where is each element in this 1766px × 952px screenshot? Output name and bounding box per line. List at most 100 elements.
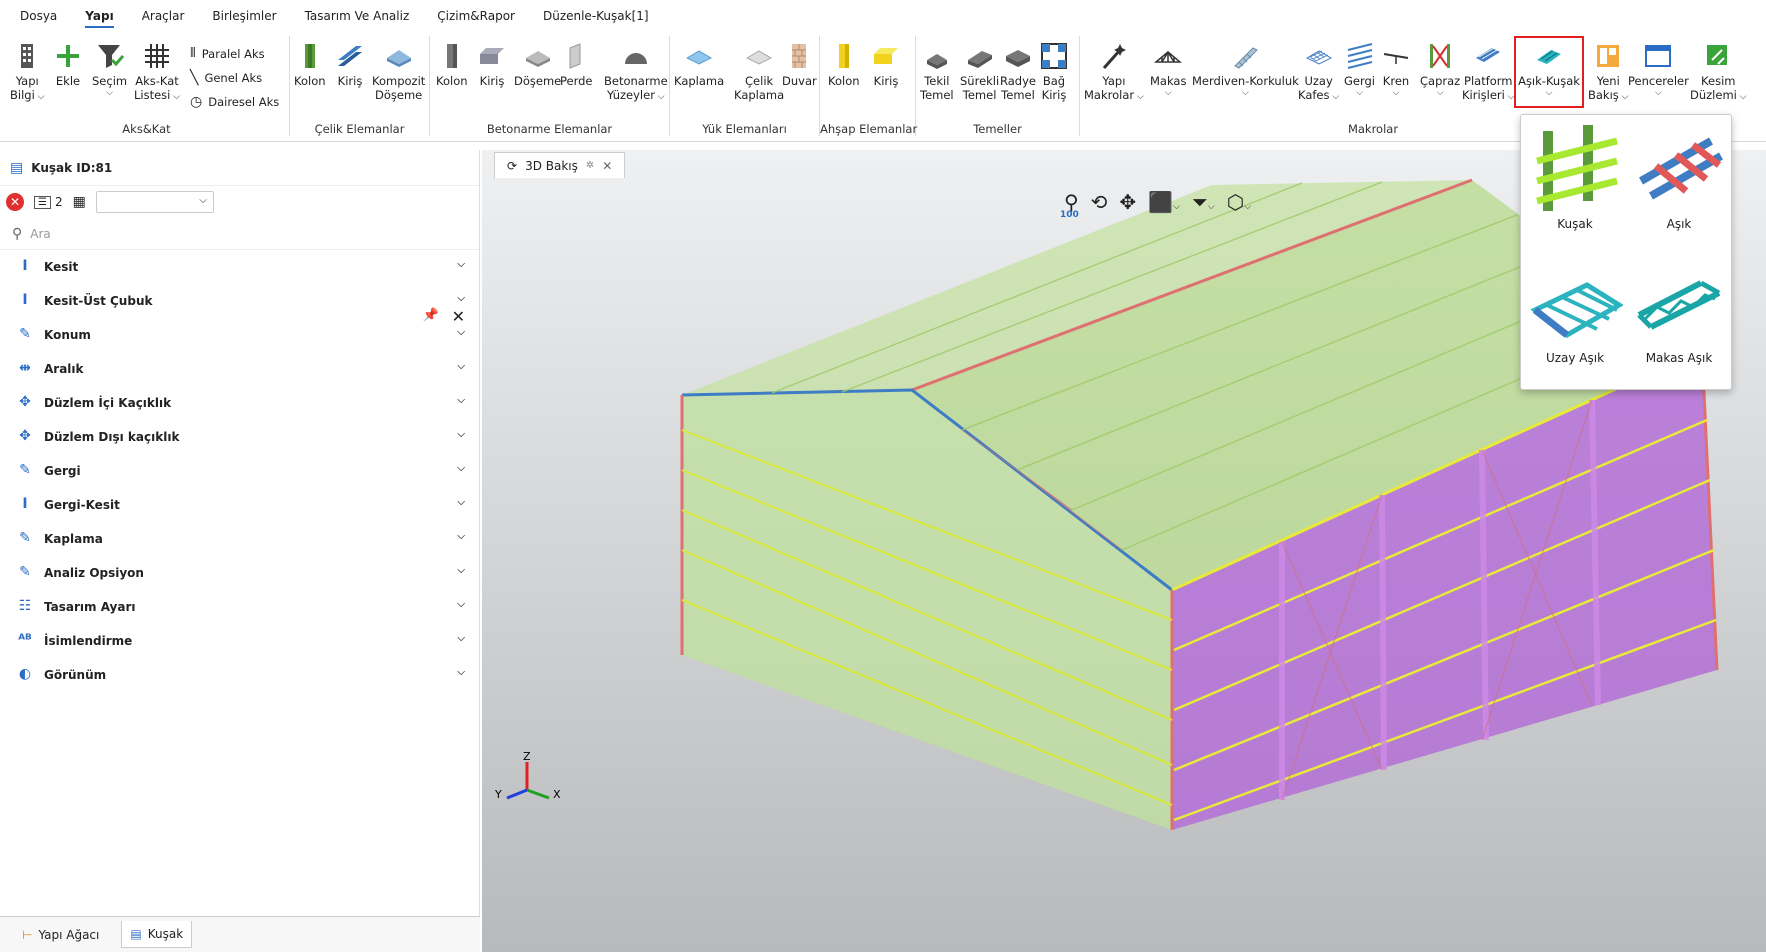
property-row[interactable]: ✥ Düzlem İçi Kaçıklık ⌵ [0,386,479,420]
orbit-icon[interactable]: ⟲ [1091,190,1108,214]
property-row[interactable]: I Kesit ⌵ [0,250,479,284]
popup-item-asik[interactable]: Aşık [1629,121,1729,241]
menu-yapi[interactable]: Yapı [71,0,127,32]
bag-kiris-button[interactable]: Bağ Kiriş [1040,42,1068,102]
property-row-label: İsimlendirme [44,634,133,648]
platform-kirisleri-button[interactable]: Platform Kirişleri ⌵ [1462,42,1515,104]
chevron-down-icon[interactable]: ⌵ [457,293,465,304]
chevron-down-icon[interactable]: ⌵ [457,463,465,474]
chevron-down-icon[interactable]: ⌵ [457,361,465,372]
search-input[interactable]: Ara [30,227,51,241]
tab-yapi-agaci[interactable]: ⊢ Yapı Ağacı [14,922,107,948]
ahsap-kolon-button[interactable]: Kolon [828,42,860,88]
chevron-down-icon[interactable]: ⌵ [457,327,465,338]
search-bar[interactable]: ⚲ Ara [0,218,479,250]
chevron-down-icon[interactable]: ⌵ [457,429,465,440]
menu-cizim-rapor[interactable]: Çizim&Rapor [423,0,529,32]
property-row[interactable]: ◐ Görünüm ⌵ [0,658,479,692]
property-row[interactable]: ✎ Kaplama ⌵ [0,522,479,556]
preset-dropdown[interactable]: ⌵ [95,191,214,213]
menu-duzenle-kusak[interactable]: Düzenle-Kuşak[1] [529,0,663,32]
betonarme-yuzeyler-button[interactable]: Betonarme Yüzeyler ⌵ [604,42,668,104]
menu-tasarim-analiz[interactable]: Tasarım Ve Analiz [291,0,424,32]
chevron-down-icon[interactable]: ⌵ [457,531,465,542]
property-row[interactable]: I Kesit-Üst Çubuk ⌵ [0,284,479,318]
property-row-label: Konum [44,328,91,342]
popup-item-kusak[interactable]: Kuşak [1525,121,1625,241]
paralel-aks-button[interactable]: ⦀ Paralel Aks [190,46,265,61]
celik-kolon-button[interactable]: Kolon [294,42,326,88]
property-row[interactable]: ⇹ Aralık ⌵ [0,352,479,386]
menu-dosya[interactable]: Dosya [6,0,71,32]
property-row[interactable]: ᴬᴮ İsimlendirme ⌵ [0,624,479,658]
pencereler-button[interactable]: Pencereler ⌵ [1628,42,1689,98]
asik-kusak-button[interactable]: Aşık-Kuşak ⌵ [1514,36,1584,108]
chevron-down-icon[interactable]: ⌵ [457,667,465,678]
delete-icon[interactable]: ✕ [6,193,24,211]
chevron-down-icon[interactable]: ⌵ [457,633,465,644]
chevron-down-icon[interactable]: ⌵ [457,395,465,406]
chevron-down-icon[interactable]: ⌵ [457,497,465,508]
duvar-button[interactable]: Duvar [782,42,817,88]
kren-button[interactable]: Kren ⌵ [1382,42,1410,98]
doseme-button[interactable]: Döşeme [514,42,561,88]
property-row[interactable]: ☷ Tasarım Ayarı ⌵ [0,590,479,624]
kompozit-doseme-button[interactable]: Kompozit Döşeme [372,42,425,102]
axis-triad: Z X Y [494,750,561,801]
surekli-temel-button[interactable]: Sürekli Temel [960,42,999,102]
yapi-bilgi-button[interactable]: Yapı Bilgi ⌵ [10,42,44,104]
betonarme-kolon-button[interactable]: Kolon [436,42,468,88]
kesim-duzlemi-button[interactable]: Kesim Düzlemi ⌵ [1690,42,1747,104]
makas-button[interactable]: Makas ⌵ [1150,42,1186,98]
property-row[interactable]: ✎ Gergi ⌵ [0,454,479,488]
purlin-icon [1537,50,1561,64]
filter-icon[interactable]: ⏷⌵ [1192,190,1215,214]
view-cube-icon[interactable]: ⬛⌵ [1148,190,1180,214]
menu-birlesimler[interactable]: Birleşimler [198,0,290,32]
property-row[interactable]: ✥ Düzlem Dışı kaçıklık ⌵ [0,420,479,454]
chevron-down-icon[interactable]: ⌵ [457,599,465,610]
celik-kaplama-button[interactable]: Çelik Kaplama [734,42,784,102]
selection-count[interactable]: ☰ 2 [34,195,63,209]
ahsap-kiris-button[interactable]: Kiriş [872,42,900,88]
menu-araclar[interactable]: Araçlar [128,0,199,32]
pin-icon[interactable]: ✲ [586,160,594,171]
yeni-bakis-button[interactable]: Yeni Bakış ⌵ [1588,42,1628,104]
chevron-down-icon[interactable]: ⌵ [457,565,465,576]
section-box-icon[interactable]: ⬡⌵ [1227,190,1251,214]
genel-aks-button[interactable]: ╲ Genel Aks [190,70,262,86]
aks-kat-listesi-button[interactable]: Aks-Kat Listesi ⌵ [134,42,180,104]
uzay-kafes-button[interactable]: Uzay Kafes ⌵ [1298,42,1339,104]
celik-kiris-button[interactable]: Kiriş [336,42,364,88]
property-row[interactable]: I Gergi-Kesit ⌵ [0,488,479,522]
tab-kusak[interactable]: ▤ Kuşak [121,921,193,948]
secim-button[interactable]: Seçim ⌵ [92,42,127,98]
property-rows: I Kesit ⌵ I Kesit-Üst Çubuk ⌵ ✎ Konum ⌵ ⇹ Aralık ⌵ ✥… [0,250,479,692]
filter-icon [97,45,124,68]
tekil-temel-button[interactable]: Tekil Temel [920,42,954,102]
close-icon[interactable]: ✕ [602,159,612,173]
yapi-makrolar-button[interactable]: Yapı Makrolar ⌵ [1084,42,1144,104]
property-row[interactable]: ✎ Konum ⌵ [0,318,479,352]
dairesel-aks-button[interactable]: ◷ Dairesel Aks [190,94,279,110]
section-icon: I [22,258,28,274]
pan-icon[interactable]: ✥ [1119,190,1136,214]
betonarme-kiris-button[interactable]: Kiriş [478,42,506,88]
zoom-icon[interactable]: ⚲ 100 [1060,190,1079,220]
property-row[interactable]: ✎ Analiz Opsiyon ⌵ [0,556,479,590]
merdiven-korkuluk-button[interactable]: Merdiven-Korkuluk ⌵ [1192,42,1299,98]
perde-button[interactable]: Perde [560,42,593,88]
radye-temel-button[interactable]: Radye Temel [1000,42,1036,102]
popup-item-uzay-asik[interactable]: Uzay Aşık [1525,255,1625,375]
tab-3d-bakis[interactable]: ⟳ 3D Bakış ✲ ✕ [494,152,626,178]
group-label-betonarme: Betonarme Elemanlar [486,122,613,136]
chevron-down-icon[interactable]: ⌵ [457,259,465,270]
strip-footing-icon [967,51,992,68]
save-settings-icon[interactable]: ▦ [73,194,86,210]
tie-beam-icon [1041,43,1067,69]
kaplama-button[interactable]: Kaplama [674,42,724,88]
gergi-button[interactable]: Gergi ⌵ [1344,42,1375,98]
ekle-button[interactable]: Ekle [54,42,82,88]
capraz-button[interactable]: Çapraz ⌵ [1420,42,1460,98]
popup-item-makas-asik[interactable]: Makas Aşık [1629,255,1729,375]
